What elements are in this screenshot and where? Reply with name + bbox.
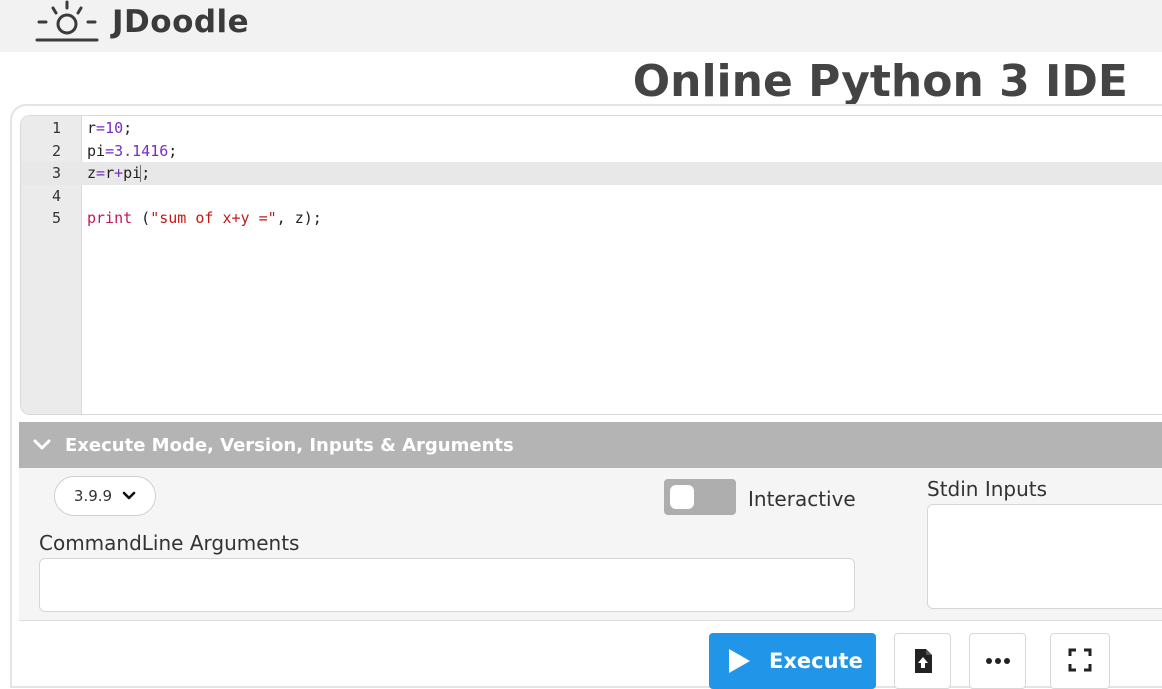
play-icon xyxy=(729,649,750,673)
execute-button[interactable]: Execute xyxy=(709,633,876,689)
stdin-label: Stdin Inputs xyxy=(927,477,1048,501)
line-code[interactable]: print ("sum of x+y =", z); xyxy=(87,207,322,230)
version-select[interactable]: 3.9.9 xyxy=(54,476,156,516)
line-code[interactable]: r=10; xyxy=(87,117,132,140)
line-number: 1 xyxy=(51,119,61,137)
line-number: 4 xyxy=(51,186,61,205)
line-code[interactable]: pi=3.1416; xyxy=(87,140,177,163)
more-options-icon xyxy=(985,658,1010,664)
line-code[interactable]: z=r+pi; xyxy=(87,162,150,185)
logo[interactable]: JDoodle xyxy=(34,0,249,44)
code-line[interactable]: 4 xyxy=(21,185,1162,208)
stdin-input[interactable] xyxy=(927,504,1162,609)
version-value: 3.9.9 xyxy=(73,487,113,505)
line-number: 3 xyxy=(51,164,61,182)
chevron-down-icon xyxy=(122,491,136,500)
toggle-knob xyxy=(670,485,694,509)
line-number: 2 xyxy=(51,141,61,160)
execute-label: Execute xyxy=(769,649,863,673)
fullscreen-icon xyxy=(1068,648,1092,672)
execute-options-panel: Execute Mode, Version, Inputs & Argument… xyxy=(19,422,1162,621)
upload-file-button[interactable] xyxy=(894,633,951,689)
top-bar: JDoodle xyxy=(0,0,1162,52)
code-line[interactable]: 2 pi=3.1416; xyxy=(21,140,1162,163)
code-editor[interactable]: 1 r=10; 2 pi=3.1416; 3 z=r+pi; 4 5 print… xyxy=(20,115,1162,415)
page-title: Online Python 3 IDE xyxy=(632,56,1128,107)
more-options-button[interactable] xyxy=(969,633,1026,689)
code-line[interactable]: 5 print ("sum of x+y =", z); xyxy=(21,207,1162,230)
code-line-active[interactable]: 3 z=r+pi; xyxy=(21,162,1162,185)
execute-options-title: Execute Mode, Version, Inputs & Argument… xyxy=(65,434,514,456)
line-number: 5 xyxy=(51,209,61,227)
code-lines[interactable]: 1 r=10; 2 pi=3.1416; 3 z=r+pi; 4 5 print… xyxy=(21,117,1162,230)
interactive-label: Interactive xyxy=(748,487,856,511)
interactive-toggle[interactable] xyxy=(664,479,736,515)
chevron-down-icon xyxy=(33,439,51,450)
jdoodle-logo-icon xyxy=(35,0,99,42)
fullscreen-button[interactable] xyxy=(1050,633,1110,689)
commandline-args-input[interactable] xyxy=(39,558,855,612)
code-line[interactable]: 1 r=10; xyxy=(21,117,1162,140)
execute-options-header[interactable]: Execute Mode, Version, Inputs & Argument… xyxy=(19,422,1162,468)
upload-file-icon xyxy=(914,649,932,673)
commandline-args-label: CommandLine Arguments xyxy=(39,531,300,555)
text-cursor xyxy=(140,165,142,182)
brand-name: JDoodle xyxy=(112,4,250,40)
